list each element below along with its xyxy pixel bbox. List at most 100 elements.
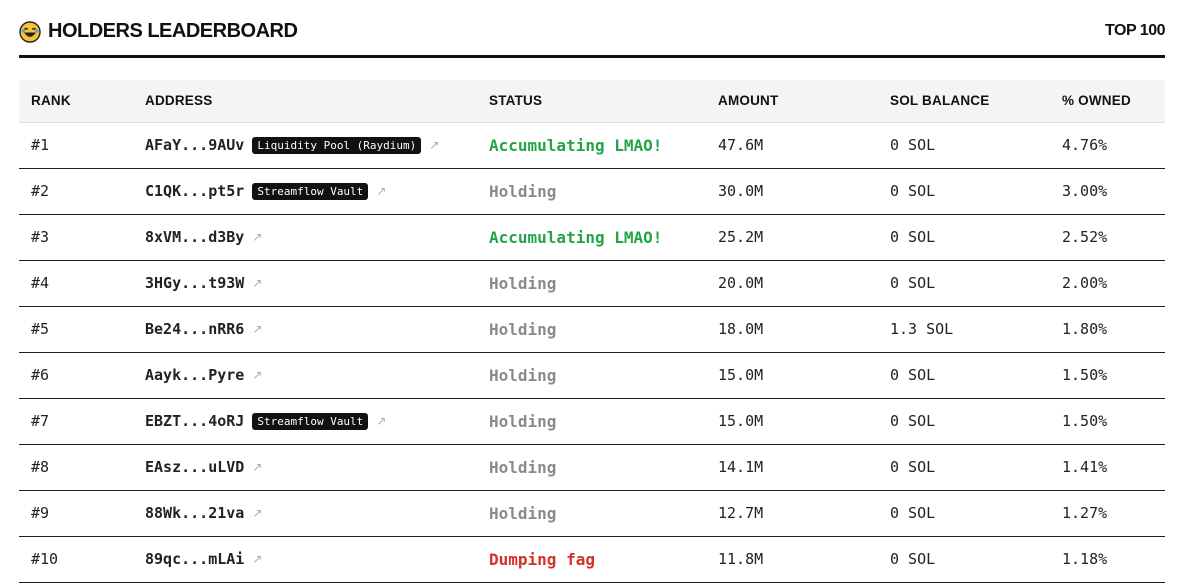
status-cell: Holding xyxy=(489,273,557,293)
sol-balance-cell: 0 SOL xyxy=(890,458,936,476)
address-link[interactable]: 89qc...mLAi xyxy=(145,550,244,568)
amount-cell: 11.8M xyxy=(718,550,764,568)
external-link-icon[interactable]: ↗ xyxy=(252,230,262,244)
external-link-icon[interactable]: ↗ xyxy=(252,322,262,336)
amount-cell: 47.6M xyxy=(718,136,764,154)
address-cell: AFaY...9AUv Liquidity Pool (Raydium) ↗ xyxy=(133,122,477,168)
sol-balance-cell: 0 SOL xyxy=(890,228,936,246)
address-link[interactable]: C1QK...pt5r xyxy=(145,182,244,200)
external-link-icon[interactable]: ↗ xyxy=(252,552,262,566)
external-link-icon[interactable]: ↗ xyxy=(252,368,262,382)
percent-owned-cell: 4.76% xyxy=(1062,136,1108,154)
table-row: #4 3HGy...t93W ↗ Holding 20.0M 0 SOL 2.0… xyxy=(19,260,1165,306)
rank-cell: #8 xyxy=(31,458,50,476)
column-header-amount: AMOUNT xyxy=(706,80,878,123)
percent-owned-cell: 1.50% xyxy=(1062,366,1108,384)
table-row: #2 C1QK...pt5r Streamflow Vault ↗ Holdin… xyxy=(19,168,1165,214)
address-cell: 88Wk...21va ↗ xyxy=(133,490,477,536)
address-cell: C1QK...pt5r Streamflow Vault ↗ xyxy=(133,168,477,214)
address-tag: Streamflow Vault xyxy=(252,182,369,200)
title-text: HOLDERS LEADERBOARD xyxy=(48,20,298,42)
external-link-icon[interactable]: ↗ xyxy=(252,506,262,520)
percent-owned-cell: 3.00% xyxy=(1062,182,1108,200)
percent-owned-cell: 2.52% xyxy=(1062,228,1108,246)
table-row: #8 EAsz...uLVD ↗ Holding 14.1M 0 SOL 1.4… xyxy=(19,444,1165,490)
address-cell: 89qc...mLAi ↗ xyxy=(133,536,477,582)
table-row: #5 Be24...nRR6 ↗ Holding 18.0M 1.3 SOL 1… xyxy=(19,306,1165,352)
status-cell: Holding xyxy=(489,181,557,201)
page-title: HOLDERS LEADERBOARD xyxy=(19,20,298,43)
external-link-icon[interactable]: ↗ xyxy=(376,184,386,198)
status-cell: Dumping fag xyxy=(489,549,595,569)
rank-cell: #5 xyxy=(31,320,50,338)
sol-balance-cell: 0 SOL xyxy=(890,182,936,200)
status-cell: Holding xyxy=(489,457,557,477)
address-cell: 8xVM...d3By ↗ xyxy=(133,214,477,260)
address-link[interactable]: EBZT...4oRJ xyxy=(145,412,244,430)
address-link[interactable]: 8xVM...d3By xyxy=(145,228,244,246)
sol-balance-cell: 0 SOL xyxy=(890,550,936,568)
table-row: #6 Aayk...Pyre ↗ Holding 15.0M 0 SOL 1.5… xyxy=(19,352,1165,398)
rank-cell: #1 xyxy=(31,136,50,154)
column-header-sol-balance: SOL BALANCE xyxy=(878,80,1050,123)
rank-cell: #9 xyxy=(31,504,50,522)
address-tag: Streamflow Vault xyxy=(252,412,369,430)
table-row: #10 89qc...mLAi ↗ Dumping fag 11.8M 0 SO… xyxy=(19,536,1165,582)
address-tag: Liquidity Pool (Raydium) xyxy=(252,136,422,154)
address-cell: 3HGy...t93W ↗ xyxy=(133,260,477,306)
sol-balance-cell: 0 SOL xyxy=(890,412,936,430)
address-link[interactable]: AFaY...9AUv xyxy=(145,136,244,154)
sol-balance-cell: 0 SOL xyxy=(890,504,936,522)
sol-balance-cell: 0 SOL xyxy=(890,136,936,154)
rank-cell: #3 xyxy=(31,228,50,246)
amount-cell: 15.0M xyxy=(718,412,764,430)
status-cell: Holding xyxy=(489,411,557,431)
column-header-percent-owned: % OWNED xyxy=(1050,80,1165,123)
laughing-emoji-icon xyxy=(19,20,41,43)
column-header-address: ADDRESS xyxy=(133,80,477,123)
sol-balance-cell: 1.3 SOL xyxy=(890,320,954,338)
percent-owned-cell: 2.00% xyxy=(1062,274,1108,292)
status-cell: Accumulating LMAO! xyxy=(489,135,663,155)
external-link-icon[interactable]: ↗ xyxy=(376,414,386,428)
holders-leaderboard: HOLDERS LEADERBOARD TOP 100 RANK ADDRESS… xyxy=(0,0,1177,587)
address-link[interactable]: 88Wk...21va xyxy=(145,504,244,522)
status-cell: Holding xyxy=(489,503,557,523)
status-cell: Accumulating LMAO! xyxy=(489,227,663,247)
table-header-row: RANK ADDRESS STATUS AMOUNT SOL BALANCE %… xyxy=(19,80,1165,123)
address-link[interactable]: Be24...nRR6 xyxy=(145,320,244,338)
percent-owned-cell: 1.18% xyxy=(1062,550,1108,568)
address-link[interactable]: Aayk...Pyre xyxy=(145,366,244,384)
status-cell: Holding xyxy=(489,365,557,385)
percent-owned-cell: 1.80% xyxy=(1062,320,1108,338)
rank-cell: #10 xyxy=(31,550,59,568)
leaderboard-header: HOLDERS LEADERBOARD TOP 100 xyxy=(19,14,1165,58)
table-row: #7 EBZT...4oRJ Streamflow Vault ↗ Holdin… xyxy=(19,398,1165,444)
rank-cell: #2 xyxy=(31,182,50,200)
top-100-badge: TOP 100 xyxy=(1105,22,1165,39)
address-link[interactable]: 3HGy...t93W xyxy=(145,274,244,292)
table-row: #3 8xVM...d3By ↗ Accumulating LMAO! 25.2… xyxy=(19,214,1165,260)
amount-cell: 15.0M xyxy=(718,366,764,384)
sol-balance-cell: 0 SOL xyxy=(890,274,936,292)
table-row: #1 AFaY...9AUv Liquidity Pool (Raydium) … xyxy=(19,122,1165,168)
external-link-icon[interactable]: ↗ xyxy=(252,276,262,290)
rank-cell: #4 xyxy=(31,274,50,292)
table-row: #9 88Wk...21va ↗ Holding 12.7M 0 SOL 1.2… xyxy=(19,490,1165,536)
amount-cell: 20.0M xyxy=(718,274,764,292)
column-header-status: STATUS xyxy=(477,80,706,123)
address-cell: EAsz...uLVD ↗ xyxy=(133,444,477,490)
percent-owned-cell: 1.50% xyxy=(1062,412,1108,430)
address-cell: Aayk...Pyre ↗ xyxy=(133,352,477,398)
external-link-icon[interactable]: ↗ xyxy=(252,460,262,474)
rank-cell: #7 xyxy=(31,412,50,430)
status-cell: Holding xyxy=(489,319,557,339)
amount-cell: 12.7M xyxy=(718,504,764,522)
external-link-icon[interactable]: ↗ xyxy=(429,138,439,152)
amount-cell: 30.0M xyxy=(718,182,764,200)
rank-cell: #6 xyxy=(31,366,50,384)
address-cell: EBZT...4oRJ Streamflow Vault ↗ xyxy=(133,398,477,444)
address-cell: Be24...nRR6 ↗ xyxy=(133,306,477,352)
column-header-rank: RANK xyxy=(19,80,133,123)
address-link[interactable]: EAsz...uLVD xyxy=(145,458,244,476)
